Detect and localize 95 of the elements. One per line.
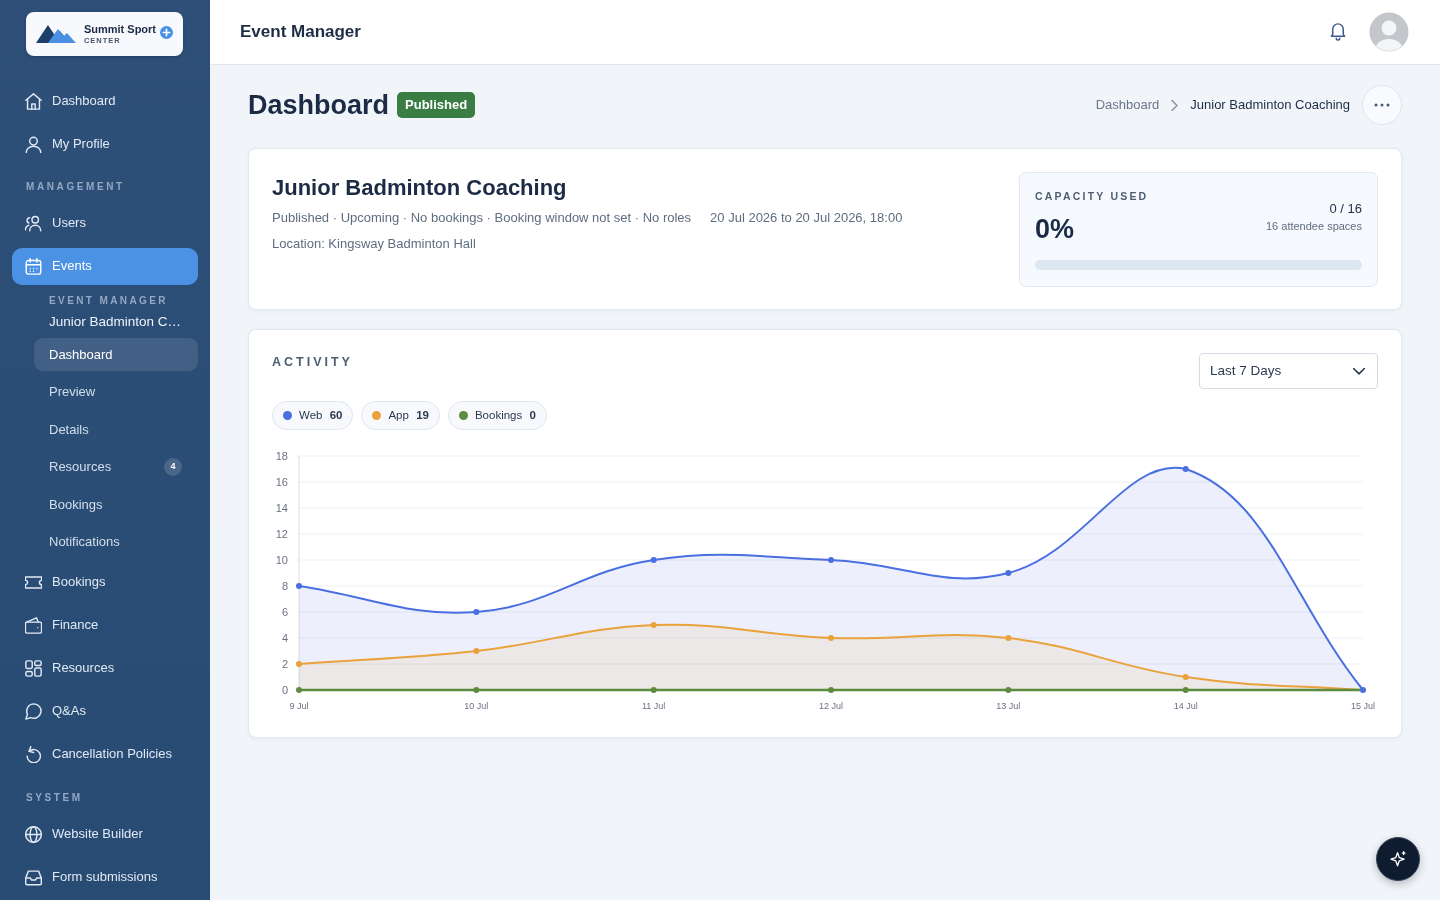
sidebar-item[interactable]: Resources — [12, 649, 198, 687]
data-point — [296, 583, 302, 589]
breadcrumb-link[interactable]: Dashboard — [1095, 95, 1160, 115]
calendar-icon — [25, 257, 42, 275]
sparkle-icon — [1390, 851, 1406, 867]
sidebar-item[interactable]: Finance — [12, 606, 198, 644]
axis-label: 10 — [275, 554, 288, 566]
axis-label: 13 Jul — [996, 701, 1021, 711]
axis-label: 2 — [281, 658, 288, 670]
sidebar-item[interactable]: Bookings — [12, 563, 198, 601]
globe-icon — [25, 825, 42, 843]
data-point — [473, 609, 480, 615]
axis-label: 14 Jul — [1173, 701, 1198, 711]
data-point — [1182, 466, 1189, 472]
sidebar-heading: MANAGEMENT — [26, 179, 126, 194]
axis-label: 4 — [281, 632, 288, 644]
plus-circle-icon — [160, 26, 173, 39]
sidebar-item[interactable]: Dashboard — [12, 82, 198, 120]
legend-item[interactable]: Bookings 0 — [447, 401, 547, 430]
data-point — [650, 687, 657, 693]
sidebar-heading: SYSTEM — [26, 790, 84, 805]
grid-icon — [25, 659, 42, 677]
page-title: Dashboard — [248, 91, 390, 119]
count-badge: 4 — [164, 458, 182, 476]
more-icon — [1374, 103, 1390, 107]
data-point — [1360, 687, 1366, 693]
logo-name: Summit Sport — [83, 23, 157, 35]
data-point — [828, 687, 834, 693]
status-badge: Published — [397, 92, 476, 118]
sidebar-item[interactable]: Cancellation Policies — [12, 735, 198, 773]
submenu-item[interactable]: Resources 4 — [34, 450, 198, 484]
capacity-percent: 0% — [1035, 213, 1076, 245]
breadcrumb-current: Junior Badminton Coaching — [1190, 96, 1350, 115]
axis-label: 11 Jul — [642, 701, 666, 711]
submenu-title: Junior Badminton C… — [48, 313, 183, 331]
sidebar-item[interactable]: Users — [12, 204, 198, 242]
event-summary: Published · Upcoming · No bookings · Booking window not set · No roles — [272, 209, 692, 227]
sidebar-item[interactable]: Website Builder — [12, 815, 198, 853]
sidebar-item[interactable]: Q&As — [12, 692, 198, 730]
data-point — [473, 648, 480, 654]
assistant-button[interactable] — [1376, 837, 1420, 881]
app-title: Event Manager — [240, 21, 361, 44]
axis-label: 12 — [275, 528, 288, 540]
capacity-spaces: 16 attendee spaces — [1265, 219, 1362, 234]
chevron-right-icon — [1171, 99, 1179, 111]
chevron-down-icon — [1353, 367, 1365, 375]
data-point — [1182, 687, 1189, 693]
axis-label: 14 — [275, 502, 288, 514]
axis-label: 8 — [281, 580, 288, 592]
section-title: ACTIVITY — [272, 355, 353, 369]
data-point — [1182, 674, 1189, 680]
mountains-logo-icon — [36, 24, 76, 44]
legend-item[interactable]: Web 60 — [272, 401, 354, 430]
event-location: Location: Kingsway Badminton Hall — [272, 235, 477, 253]
axis-label: 12 Jul — [819, 701, 843, 711]
sidebar-item[interactable]: Form submissions — [12, 858, 198, 896]
user-icon — [25, 135, 42, 153]
submenu-item[interactable]: Bookings — [34, 488, 198, 521]
capacity-label: CAPACITY USED — [1035, 189, 1149, 203]
data-point — [1005, 570, 1012, 576]
data-point — [828, 557, 834, 563]
axis-label: 0 — [281, 684, 288, 696]
axis-label: 16 — [275, 476, 288, 488]
axis-label: 18 — [275, 450, 288, 462]
submenu-item[interactable]: Notifications — [34, 525, 198, 559]
data-point — [473, 687, 480, 693]
legend-item[interactable]: App 19 — [361, 401, 440, 430]
capacity-count: 0 / 16 — [1328, 200, 1362, 218]
event-dates: 20 Jul 2026 to 20 Jul 2026, 18:00 — [710, 209, 903, 227]
axis-label: 6 — [281, 606, 288, 618]
submenu-item[interactable]: Details — [34, 413, 198, 446]
event-title: Junior Badminton Coaching — [272, 174, 568, 202]
circular-arrow-icon — [25, 745, 42, 763]
home-icon — [25, 92, 42, 110]
wallet-icon — [25, 616, 42, 634]
data-point — [650, 622, 657, 628]
chat-bubble-icon — [25, 702, 42, 720]
submenu-item[interactable]: Dashboard — [34, 338, 198, 371]
data-point — [1005, 687, 1012, 693]
axis-label: 10 Jul — [464, 701, 489, 711]
data-point — [650, 557, 657, 563]
inbox-icon — [25, 868, 42, 886]
data-point — [1005, 635, 1012, 641]
axis-label: 9 Jul — [289, 701, 309, 711]
data-point — [296, 687, 302, 693]
submenu-item[interactable]: Preview — [34, 375, 198, 409]
range-select[interactable]: Last 7 Days — [1199, 353, 1378, 389]
bell-icon[interactable] — [1330, 23, 1346, 41]
sidebar-item[interactable]: My Profile — [12, 125, 198, 163]
data-point — [828, 635, 834, 641]
data-point — [296, 661, 302, 667]
users-icon — [25, 214, 42, 232]
axis-label: 15 Jul — [1351, 701, 1375, 711]
submenu-heading: EVENT MANAGER — [48, 294, 169, 308]
ticket-icon — [25, 573, 42, 591]
